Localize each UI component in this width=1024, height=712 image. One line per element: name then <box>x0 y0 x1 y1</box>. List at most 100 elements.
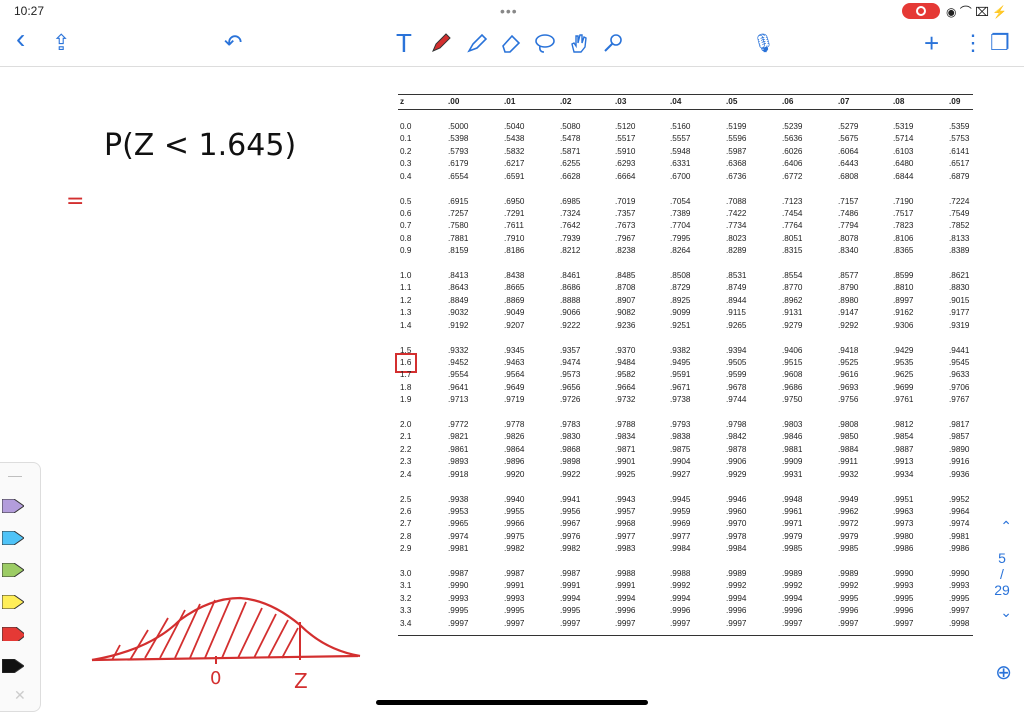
table-row: 1.4 .9192 .9207 .9222 .9236 .9251 .9265 .9279 .9… <box>398 321 973 333</box>
table-cell: .7454 <box>782 208 803 218</box>
z-value: 3.2 <box>400 593 412 603</box>
table-cell: .8238 <box>615 246 636 256</box>
table-cell: .9953 <box>448 506 469 516</box>
table-cell: .9857 <box>949 432 970 442</box>
pen-purple[interactable] <box>2 499 24 513</box>
palette-close-icon[interactable]: ✕ <box>14 687 26 704</box>
table-cell: .9969 <box>670 519 691 529</box>
table-cell: .9887 <box>893 444 914 454</box>
table-cell: .6217 <box>504 159 525 169</box>
table-cell: .9922 <box>560 469 581 479</box>
table-cell: .9989 <box>782 569 803 578</box>
table-cell: .9686 <box>782 382 803 392</box>
table-row: 3.0 .9987 .9987 .9987 .9988 .9988 .9989 .9989 .9… <box>398 569 973 581</box>
table-cell: .9649 <box>504 382 525 392</box>
z-value: 0.6 <box>400 208 412 218</box>
z-value: 2.4 <box>400 469 412 479</box>
table-cell: .9956 <box>560 506 581 516</box>
table-row: 0.5 .6915 .6950 .6985 .7019 .7054 .7088 .7123 .7… <box>398 197 973 209</box>
table-cell: .9861 <box>448 444 469 454</box>
palette-grip[interactable]: — <box>8 467 22 483</box>
table-cell: .9993 <box>448 593 469 603</box>
pen-black[interactable] <box>2 659 24 673</box>
table-row: 1.2 .8849 .8869 .8888 .8907 .8925 .8944 .8962 .8… <box>398 296 973 308</box>
table-cell: .9989 <box>726 569 747 578</box>
pen-yellow[interactable] <box>2 595 24 609</box>
table-cell: .8643 <box>448 283 469 293</box>
table-cell: .7704 <box>670 221 691 231</box>
table-cell: .9778 <box>504 420 525 429</box>
table-cell: .7389 <box>670 208 691 218</box>
table-cell: .6064 <box>838 146 859 156</box>
table-cell: .9767 <box>949 395 970 405</box>
table-cell: .9972 <box>838 519 859 529</box>
table-cell: .9941 <box>560 494 581 504</box>
home-indicator <box>376 700 648 705</box>
pen-green[interactable] <box>2 563 24 577</box>
bell-curve-sketch: 0 Z <box>91 596 361 693</box>
table-cell: .8790 <box>838 283 859 293</box>
page-up-icon[interactable]: ⌃ <box>1000 518 1012 535</box>
z-value: 0.9 <box>400 246 412 256</box>
table-cell: .9535 <box>893 357 914 367</box>
table-row: 2.8 .9974 .9975 .9976 .9977 .9977 .9978 .9979 .9… <box>398 532 973 544</box>
z-value: 2.2 <box>400 444 412 454</box>
pen-red[interactable] <box>2 627 24 641</box>
pen-blue[interactable] <box>2 531 24 545</box>
table-cell: .9826 <box>504 432 525 442</box>
table-cell: .5160 <box>670 122 691 131</box>
table-cell: .8599 <box>893 271 914 280</box>
table-cell: .6406 <box>782 159 803 169</box>
table-cell: .9966 <box>504 519 525 529</box>
table-cell: .9911 <box>838 457 858 467</box>
table-cell: .9783 <box>560 420 581 429</box>
table-cell: .9997 <box>670 618 691 628</box>
table-cell: .9948 <box>782 494 803 504</box>
table-cell: .8907 <box>615 295 636 305</box>
table-cell: .9616 <box>838 370 859 380</box>
table-cell: .9207 <box>504 320 525 330</box>
table-cell: .6772 <box>782 171 803 181</box>
table-cell: .7734 <box>726 221 747 231</box>
table-cell: .9265 <box>726 320 747 330</box>
zoom-icon[interactable]: ⊕ <box>995 660 1012 685</box>
table-cell: .7549 <box>949 208 970 218</box>
table-row: 2.0 .9772 .9778 .9783 .9788 .9793 .9798 .9803 .9… <box>398 420 973 432</box>
table-cell: .5239 <box>782 122 803 131</box>
z-value: 2.1 <box>400 432 412 442</box>
z-value: 2.7 <box>400 519 412 529</box>
z-value: 0.4 <box>400 171 412 181</box>
table-cell: .5714 <box>893 134 914 144</box>
z-table-header: z .00 .01 .02 .03 .04 .05 .06 .07 .08 .09 <box>398 94 973 110</box>
table-cell: .9678 <box>726 382 747 392</box>
table-cell: .9995 <box>893 593 914 603</box>
z-value: 1.0 <box>400 271 412 280</box>
page-down-icon[interactable]: ⌄ <box>1000 604 1012 621</box>
table-cell: .9977 <box>670 531 691 541</box>
table-cell: .8315 <box>782 246 803 256</box>
table-cell: .8554 <box>782 271 803 280</box>
table-row: 1.9 .9713 .9719 .9726 .9732 .9738 .9744 .9750 .9… <box>398 395 973 407</box>
table-cell: .5199 <box>726 122 747 131</box>
table-cell: .9573 <box>560 370 581 380</box>
table-cell: .8413 <box>448 271 469 280</box>
table-cell: .8508 <box>670 271 691 280</box>
table-cell: .7642 <box>560 221 581 231</box>
table-row: 1.3 .9032 .9049 .9066 .9082 .9099 .9115 .9131 .9… <box>398 308 973 320</box>
table-cell: .5675 <box>838 134 859 144</box>
table-cell: .9978 <box>726 531 747 541</box>
z-value: 1.9 <box>400 395 412 405</box>
table-row: 2.5 .9938 .9940 .9941 .9943 .9945 .9946 .9948 .9… <box>398 495 973 507</box>
z-value: 1.5 <box>400 345 412 355</box>
table-cell: .9976 <box>560 531 581 541</box>
table-row: 0.1 .5398 .5438 .5478 .5517 .5557 .5596 .5636 .5… <box>398 134 973 146</box>
table-cell: .9960 <box>726 506 747 516</box>
table-cell: .9995 <box>949 593 970 603</box>
z-table-col-header: .09 <box>949 97 961 106</box>
table-cell: .9726 <box>560 395 581 405</box>
table-cell: .9750 <box>782 395 803 405</box>
table-cell: .9997 <box>560 618 581 628</box>
table-cell: .6480 <box>893 159 914 169</box>
table-cell: .9441 <box>949 345 970 355</box>
table-cell: .7673 <box>615 221 636 231</box>
